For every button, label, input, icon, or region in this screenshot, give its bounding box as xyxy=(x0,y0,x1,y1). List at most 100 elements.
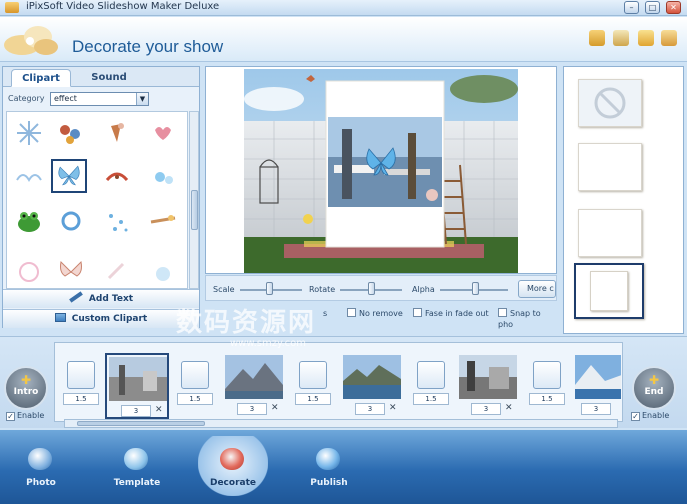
info-icon[interactable] xyxy=(661,30,677,46)
clipart-item[interactable] xyxy=(11,160,47,194)
slide-strip: 1.5 3 ✕ 1.5 3 ✕ 1.5 3 ✕ 1.5 3 ✕ 1.5 3 xyxy=(54,342,623,422)
clipart-item[interactable] xyxy=(53,116,89,150)
help-icon[interactable] xyxy=(638,30,654,46)
frame-option[interactable] xyxy=(578,209,642,257)
clipart-item[interactable] xyxy=(11,250,47,284)
slide-thumbnail xyxy=(109,357,167,401)
custom-clipart-button[interactable]: Custom Clipart xyxy=(3,309,199,328)
transition-duration[interactable]: 1.5 xyxy=(413,393,449,405)
end-enable-checkbox[interactable]: ✓ Enable xyxy=(631,411,669,421)
rotate-slider[interactable] xyxy=(368,282,375,295)
clipart-item[interactable] xyxy=(145,250,181,284)
transition-duration[interactable]: 1.5 xyxy=(529,393,565,405)
frame-option[interactable] xyxy=(578,143,642,191)
clipart-item[interactable] xyxy=(53,250,89,284)
fade-checkbox[interactable]: Fase in fade out xyxy=(413,308,489,320)
clipart-item[interactable] xyxy=(99,160,135,194)
transition-duration[interactable]: 1.5 xyxy=(295,393,331,405)
slide-item[interactable]: 3 xyxy=(573,353,621,419)
category-label: Category xyxy=(8,94,45,103)
delete-icon[interactable]: ✕ xyxy=(155,405,163,415)
slide-duration[interactable]: 3 xyxy=(471,403,501,415)
minimize-button[interactable]: – xyxy=(624,1,639,14)
end-label: End xyxy=(644,387,664,397)
maximize-button[interactable]: □ xyxy=(645,1,660,14)
clipart-item[interactable] xyxy=(53,204,89,238)
transition-item[interactable]: 1.5 xyxy=(295,357,331,407)
more-button[interactable]: More c xyxy=(518,280,556,298)
scrollbar-thumb[interactable] xyxy=(77,421,205,426)
tab-clipart[interactable]: Clipart xyxy=(11,69,71,87)
plus-icon: ✚ xyxy=(648,373,660,387)
fade-label: Fase in fade out xyxy=(425,309,489,318)
preview-canvas[interactable] xyxy=(244,69,518,273)
transition-icon xyxy=(181,361,209,389)
transition-item[interactable]: 1.5 xyxy=(63,357,99,407)
checkbox-box[interactable] xyxy=(413,308,422,317)
panel-tabs: Clipart Sound xyxy=(3,67,199,87)
clipart-item[interactable] xyxy=(145,204,181,238)
checkbox-box[interactable] xyxy=(347,308,356,317)
clipart-item[interactable] xyxy=(99,204,135,238)
clipart-item[interactable] xyxy=(99,250,135,284)
clipart-item[interactable] xyxy=(145,160,181,194)
frame-none[interactable] xyxy=(578,79,642,127)
delete-icon[interactable]: ✕ xyxy=(389,403,397,413)
transition-icon xyxy=(299,361,327,389)
slide-item[interactable]: 3 ✕ xyxy=(341,353,405,419)
slide-item[interactable]: 3 ✕ xyxy=(223,353,287,419)
intro-enable-checkbox[interactable]: ✓ Enable xyxy=(6,411,44,421)
alpha-slider[interactable] xyxy=(472,282,479,295)
intro-button[interactable]: ✚ Intro xyxy=(4,366,48,410)
transition-icon xyxy=(417,361,445,389)
snap-checkbox[interactable]: Snap to pho xyxy=(498,308,557,329)
folder-icon[interactable] xyxy=(589,30,605,46)
transition-duration[interactable]: 1.5 xyxy=(63,393,99,405)
clipart-item-selected[interactable] xyxy=(51,159,87,193)
no-remove-checkbox[interactable]: No remove xyxy=(347,308,403,320)
photo-icon xyxy=(28,448,52,470)
transition-duration[interactable]: 1.5 xyxy=(177,393,213,405)
open-project-icon[interactable] xyxy=(613,30,629,46)
slide-item-selected[interactable]: 3 ✕ xyxy=(105,353,169,419)
transition-item[interactable]: 1.5 xyxy=(177,357,213,407)
checkbox-box[interactable]: ✓ xyxy=(6,412,15,421)
delete-icon[interactable]: ✕ xyxy=(271,403,279,413)
checkbox-box[interactable] xyxy=(498,308,507,317)
transition-item[interactable]: 1.5 xyxy=(413,357,449,407)
decorate-icon xyxy=(220,448,244,470)
effect-sliders: Scale Rotate Alpha More c xyxy=(205,275,557,301)
end-button[interactable]: ✚ End xyxy=(632,366,676,410)
transition-item[interactable]: 1.5 xyxy=(529,357,565,407)
nav-photo[interactable]: Photo xyxy=(6,436,76,496)
clipart-item[interactable] xyxy=(11,204,47,238)
frame-option-selected[interactable] xyxy=(574,263,644,319)
slide-duration[interactable]: 3 xyxy=(237,403,267,415)
clipart-item[interactable] xyxy=(99,116,135,150)
clipart-item[interactable] xyxy=(11,116,47,150)
slide-duration[interactable]: 3 xyxy=(355,403,385,415)
rotate-label: Rotate xyxy=(309,285,336,294)
category-select[interactable]: effect ▼ xyxy=(50,92,149,106)
chevron-down-icon[interactable]: ▼ xyxy=(136,93,148,105)
nav-publish[interactable]: Publish xyxy=(294,436,364,496)
slide-duration[interactable]: 3 xyxy=(121,405,151,417)
no-remove-label: No remove xyxy=(359,309,403,318)
clipart-item[interactable] xyxy=(145,116,181,150)
nav-decorate[interactable]: Decorate xyxy=(198,436,268,496)
nav-decorate-label: Decorate xyxy=(209,478,256,488)
scrollbar-thumb[interactable] xyxy=(191,190,198,230)
clipart-scrollbar[interactable] xyxy=(189,111,199,289)
slide-duration[interactable]: 3 xyxy=(581,403,611,415)
add-text-button[interactable]: Add Text xyxy=(3,289,199,308)
delete-icon[interactable]: ✕ xyxy=(505,403,513,413)
slide-item[interactable]: 3 ✕ xyxy=(457,353,521,419)
nav-template[interactable]: Template xyxy=(102,436,172,496)
storyboard-scrollbar[interactable] xyxy=(64,419,618,428)
tab-sound[interactable]: Sound xyxy=(79,69,139,87)
close-button[interactable]: ✕ xyxy=(666,1,681,14)
scale-slider[interactable] xyxy=(266,282,273,295)
checkbox-box[interactable]: ✓ xyxy=(631,412,640,421)
transition-icon xyxy=(533,361,561,389)
window-title: iPixSoft Video Slideshow Maker Deluxe xyxy=(26,1,220,12)
